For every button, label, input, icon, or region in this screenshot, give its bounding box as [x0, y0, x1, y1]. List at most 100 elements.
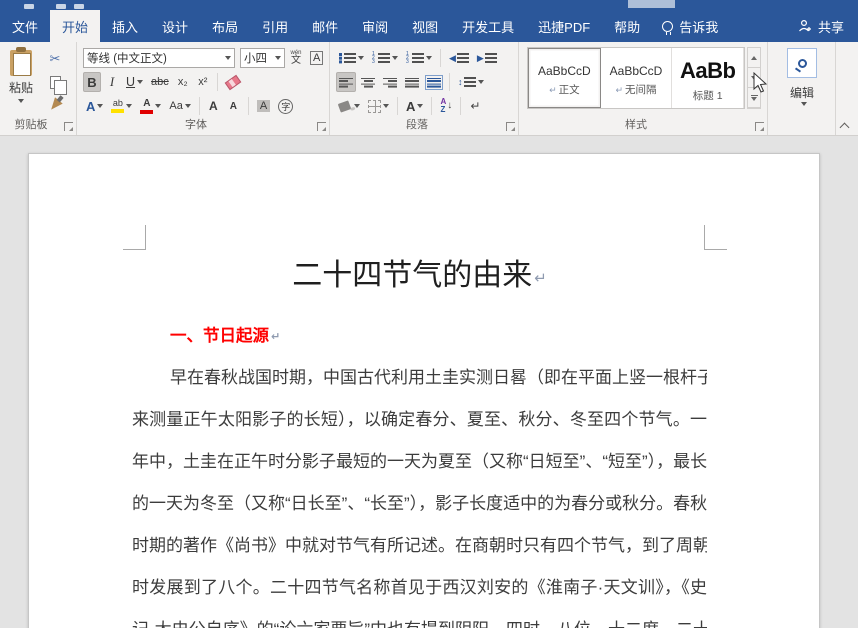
group-font: 等线 (中文正文) 小四 wén 文 A B: [77, 42, 330, 135]
body-line: 时期的著作《尚书》中就对节气有所记述。在商朝时只有四个节气，到了周朝: [132, 525, 707, 567]
clear-formatting-button[interactable]: [223, 72, 243, 92]
body-line: 时发展到了八个。二十四节气名称首见于西汉刘安的《淮南子·天文训》，《史: [132, 567, 707, 609]
tab-design[interactable]: 设计: [150, 10, 200, 42]
borders-button[interactable]: [365, 96, 392, 116]
shrink-font-button[interactable]: A: [225, 96, 243, 116]
margin-crop-mark: [123, 225, 146, 250]
search-icon: [798, 59, 807, 68]
body-paragraph[interactable]: 早在春秋战国时期，中国古代利用土圭实测日晷（即在平面上竖一根杆子 来测量正午太阳…: [132, 357, 707, 628]
dropdown-arrow-icon: [18, 99, 24, 103]
underline-button[interactable]: U: [123, 72, 146, 92]
tell-me-label: 告诉我: [679, 17, 718, 36]
cut-button[interactable]: ✂: [44, 50, 66, 68]
font-size-combo[interactable]: 小四: [240, 48, 285, 68]
tab-view[interactable]: 视图: [400, 10, 450, 42]
character-shading-button[interactable]: A: [254, 96, 273, 116]
align-center-button[interactable]: [358, 72, 378, 92]
tab-mailings[interactable]: 邮件: [300, 10, 350, 42]
font-color-button[interactable]: A: [137, 96, 164, 116]
paste-button[interactable]: 粘贴: [4, 48, 38, 120]
line-spacing-button[interactable]: ↕: [455, 72, 487, 92]
person-plus-icon: [798, 19, 812, 33]
tab-help[interactable]: 帮助: [602, 10, 652, 42]
character-border-button[interactable]: A: [307, 48, 326, 68]
superscript-button[interactable]: x²: [194, 72, 212, 92]
save-icon[interactable]: [24, 4, 34, 9]
font-name-value: 等线 (中文正文): [87, 50, 167, 66]
font-dialog-launcher[interactable]: [317, 122, 326, 131]
multilevel-list-button[interactable]: [403, 48, 435, 68]
align-right-button[interactable]: [380, 72, 400, 92]
grow-font-button[interactable]: A: [205, 96, 223, 116]
clipboard-dialog-launcher[interactable]: [64, 122, 73, 131]
format-painter-button[interactable]: [44, 96, 66, 114]
tab-references[interactable]: 引用: [250, 10, 300, 42]
redo-icon[interactable]: [74, 4, 84, 9]
style-normal[interactable]: AaBbCcD ↵正文: [528, 48, 601, 108]
tab-review[interactable]: 审阅: [350, 10, 400, 42]
editing-group-label: 编辑: [768, 84, 836, 101]
asian-layout-button[interactable]: A: [403, 96, 426, 116]
shading-button[interactable]: [336, 96, 363, 116]
collapse-ribbon-button[interactable]: [840, 123, 850, 129]
dropdown-arrow-icon: [801, 102, 807, 106]
tell-me-box[interactable]: 告诉我: [652, 10, 728, 42]
body-line: 早在春秋战国时期，中国古代利用土圭实测日晷（即在平面上竖一根杆子: [132, 357, 707, 399]
bullets-button[interactable]: [336, 48, 367, 68]
dropdown-arrow-icon: [225, 56, 231, 60]
sort-button[interactable]: AZ ↓: [437, 96, 455, 116]
font-name-combo[interactable]: 等线 (中文正文): [83, 48, 235, 68]
style-heading1[interactable]: AaBb 标题 1: [672, 48, 744, 108]
style-no-spacing[interactable]: AaBbCcD ↵无间隔: [601, 48, 673, 108]
tab-home[interactable]: 开始: [50, 10, 100, 42]
tab-developer[interactable]: 开发工具: [450, 10, 526, 42]
title-bar: [0, 0, 858, 10]
phonetic-guide-button[interactable]: wén 文: [287, 48, 305, 68]
undo-icon[interactable]: [56, 4, 66, 9]
font-color-icon: A: [140, 99, 153, 114]
tab-layout[interactable]: 布局: [200, 10, 250, 42]
numbered-list-icon: [378, 53, 390, 63]
find-button[interactable]: [787, 48, 817, 78]
decrease-indent-button[interactable]: ◀: [446, 48, 472, 68]
justify-button[interactable]: [402, 72, 422, 92]
document-title[interactable]: 二十四节气的由来↵: [132, 250, 707, 294]
change-case-button[interactable]: Aa: [166, 96, 193, 116]
show-hide-marks-button[interactable]: ↵: [466, 96, 484, 116]
document-area: 二十四节气的由来↵ 一、节日起源↵ 早在春秋战国时期，中国古代利用土圭实测日晷（…: [0, 136, 858, 628]
character-border-icon: A: [310, 51, 323, 65]
line-spacing-icon: ↕: [458, 77, 476, 87]
numbering-button[interactable]: [369, 48, 401, 68]
body-line: 的一天为冬至（又称“日长至”、“长至”），影子长度适中的为春分或秋分。春秋: [132, 483, 707, 525]
align-left-button[interactable]: [336, 72, 356, 92]
strikethrough-button[interactable]: abc: [148, 72, 172, 92]
subscript-button[interactable]: x₂: [174, 72, 192, 92]
section-heading[interactable]: 一、节日起源↵: [170, 322, 280, 346]
styles-group-label: 样式: [519, 116, 753, 132]
tab-insert[interactable]: 插入: [100, 10, 150, 42]
paragraph-group-label: 段落: [330, 116, 504, 132]
enclose-characters-button[interactable]: 字: [275, 96, 296, 116]
copy-icon: [50, 76, 61, 89]
align-center-icon: [361, 77, 375, 88]
text-effects-button[interactable]: A: [83, 96, 106, 116]
document-page[interactable]: 二十四节气的由来↵ 一、节日起源↵ 早在春秋战国时期，中国古代利用土圭实测日晷（…: [28, 153, 820, 628]
highlight-color-button[interactable]: ab: [108, 96, 135, 116]
share-button[interactable]: 共享: [784, 10, 858, 42]
margin-crop-mark: [704, 225, 727, 250]
align-right-icon: [383, 77, 397, 88]
distribute-button[interactable]: [424, 72, 444, 92]
body-line: 来测量正午太阳影子的长短），以确定春分、夏至、秋分、冬至四个节气。一: [132, 399, 707, 441]
paragraph-dialog-launcher[interactable]: [506, 122, 515, 131]
copy-button[interactable]: [44, 73, 66, 91]
bold-button[interactable]: B: [83, 72, 101, 92]
italic-button[interactable]: I: [103, 72, 121, 92]
ribbon: 粘贴 ✂ 剪贴板 等线 (中文正文) 小四: [0, 42, 858, 136]
increase-indent-button[interactable]: ▶: [474, 48, 500, 68]
style-scroll-up[interactable]: [748, 48, 760, 68]
styles-dialog-launcher[interactable]: [755, 122, 764, 131]
tab-pdf[interactable]: 迅捷PDF: [526, 10, 602, 42]
body-line: 年中，土圭在正午时分影子最短的一天为夏至（又称“日短至”、“短至”），最长: [132, 441, 707, 483]
tab-file[interactable]: 文件: [0, 10, 50, 42]
bullet-list-icon: [344, 53, 356, 63]
